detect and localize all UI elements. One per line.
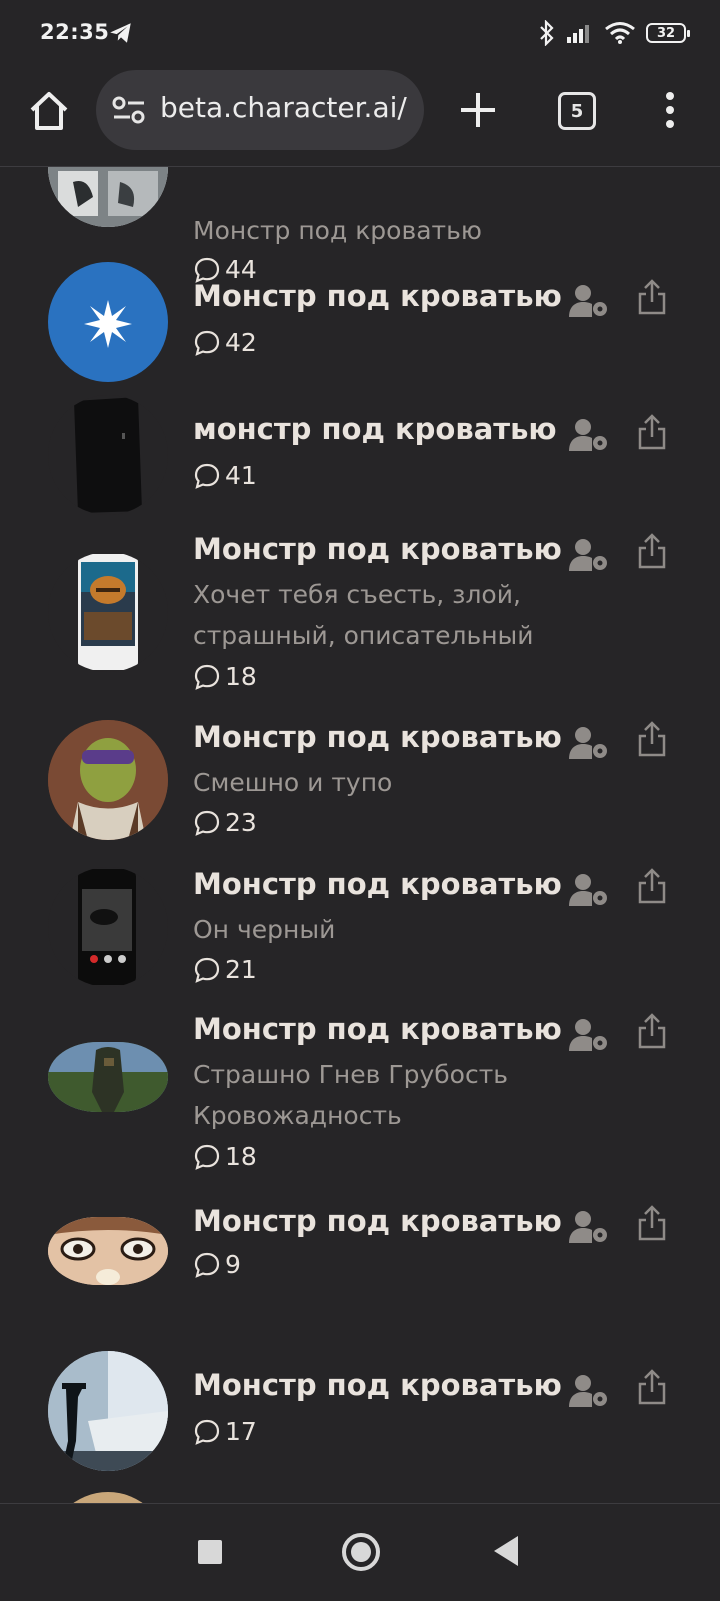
character-name[interactable]: Монстр под кроватью	[193, 1012, 562, 1046]
tabs-icon[interactable]: 5	[558, 92, 596, 130]
share-icon[interactable]	[636, 413, 668, 451]
chat-count: 17	[193, 1417, 257, 1446]
character-description-line-1: Хочет тебя съесть, злой,	[193, 580, 521, 609]
chat-count: 9	[193, 1250, 241, 1279]
user-settings-icon[interactable]	[568, 872, 610, 908]
character-name[interactable]: Монстр под кроватью	[193, 720, 562, 754]
share-icon[interactable]	[636, 532, 668, 570]
chat-count-value: 9	[225, 1250, 241, 1279]
site-settings-icon[interactable]	[112, 96, 146, 124]
share-icon[interactable]	[636, 720, 668, 758]
bluetooth-icon	[540, 20, 554, 46]
chat-bubble-icon	[194, 664, 220, 690]
home-icon[interactable]	[26, 88, 72, 134]
character-description-line-2: Кровожадность	[193, 1101, 402, 1130]
signal-icon	[567, 25, 589, 43]
status-time: 22:35	[40, 20, 110, 44]
character-description: Он черный	[193, 915, 336, 944]
user-settings-icon[interactable]	[568, 283, 610, 319]
chat-bubble-icon	[194, 957, 220, 983]
avatar	[48, 720, 168, 840]
avatar	[48, 1217, 168, 1285]
battery-level: 32	[656, 25, 676, 41]
status-bar: 22:35 32	[0, 0, 720, 70]
avatar	[48, 867, 168, 987]
chat-count-value: 17	[225, 1417, 257, 1446]
avatar	[48, 1492, 168, 1503]
tab-count: 5	[570, 100, 584, 122]
chat-bubble-icon	[194, 1419, 220, 1445]
chat-count: 18	[193, 662, 257, 691]
user-settings-icon[interactable]	[568, 417, 610, 453]
avatar	[48, 1351, 168, 1471]
chat-count-value: 18	[225, 1142, 257, 1171]
address-bar[interactable]: beta.character.ai/	[96, 70, 424, 150]
battery-indicator: 32	[646, 23, 690, 43]
character-description: Монстр под кроватью	[193, 216, 482, 245]
avatar	[48, 167, 168, 227]
share-icon[interactable]	[636, 278, 668, 316]
chat-bubble-icon	[194, 1252, 220, 1278]
share-icon[interactable]	[636, 1368, 668, 1406]
character-description: Смешно и тупо	[193, 768, 393, 797]
chat-count: 23	[193, 808, 257, 837]
user-settings-icon[interactable]	[568, 537, 610, 573]
character-name[interactable]: Монстр под кроватью	[193, 1368, 562, 1402]
chat-count-value: 42	[225, 328, 257, 357]
avatar	[48, 262, 168, 382]
wifi-icon	[605, 22, 635, 44]
chat-count-value: 23	[225, 808, 257, 837]
character-name[interactable]: Монстр под кроватью	[193, 279, 562, 313]
chat-bubble-icon	[194, 463, 220, 489]
character-name[interactable]: Монстр под кроватью	[193, 867, 562, 901]
plus-icon[interactable]	[458, 90, 498, 130]
recents-icon[interactable]	[198, 1540, 222, 1564]
more-vert-icon[interactable]	[660, 90, 680, 130]
chat-bubble-icon	[194, 1144, 220, 1170]
avatar	[48, 552, 168, 672]
url-text[interactable]: beta.character.ai/	[160, 91, 407, 124]
chat-count: 41	[193, 461, 257, 490]
chat-count: 21	[193, 955, 257, 984]
home-nav-icon[interactable]	[342, 1533, 380, 1571]
chat-bubble-icon	[194, 810, 220, 836]
chat-bubble-icon	[194, 330, 220, 356]
chat-count-value: 18	[225, 662, 257, 691]
back-icon[interactable]	[494, 1536, 518, 1566]
avatar	[48, 395, 168, 515]
character-name[interactable]: Монстр под кроватью	[193, 1204, 562, 1238]
system-navigation-bar	[0, 1503, 720, 1601]
avatar	[48, 1042, 168, 1112]
character-name[interactable]: монстр под кроватью	[193, 412, 557, 446]
chat-count: 18	[193, 1142, 257, 1171]
character-name[interactable]: Монстр под кроватью	[193, 532, 562, 566]
user-settings-icon[interactable]	[568, 1017, 610, 1053]
share-icon[interactable]	[636, 867, 668, 905]
user-settings-icon[interactable]	[568, 725, 610, 761]
chat-count: 42	[193, 328, 257, 357]
character-description-line-1: Страшно Гнев Грубость	[193, 1060, 508, 1089]
character-description-line-2: страшный, описательный	[193, 621, 534, 650]
user-settings-icon[interactable]	[568, 1373, 610, 1409]
character-list: Монстр под кроватью 44 Монстр под кроват…	[0, 167, 720, 1503]
share-icon[interactable]	[636, 1012, 668, 1050]
share-icon[interactable]	[636, 1204, 668, 1242]
chat-count-value: 41	[225, 461, 257, 490]
user-settings-icon[interactable]	[568, 1209, 610, 1245]
browser-toolbar: beta.character.ai/ 5	[0, 70, 720, 167]
telegram-icon	[110, 23, 131, 43]
chat-count-value: 21	[225, 955, 257, 984]
